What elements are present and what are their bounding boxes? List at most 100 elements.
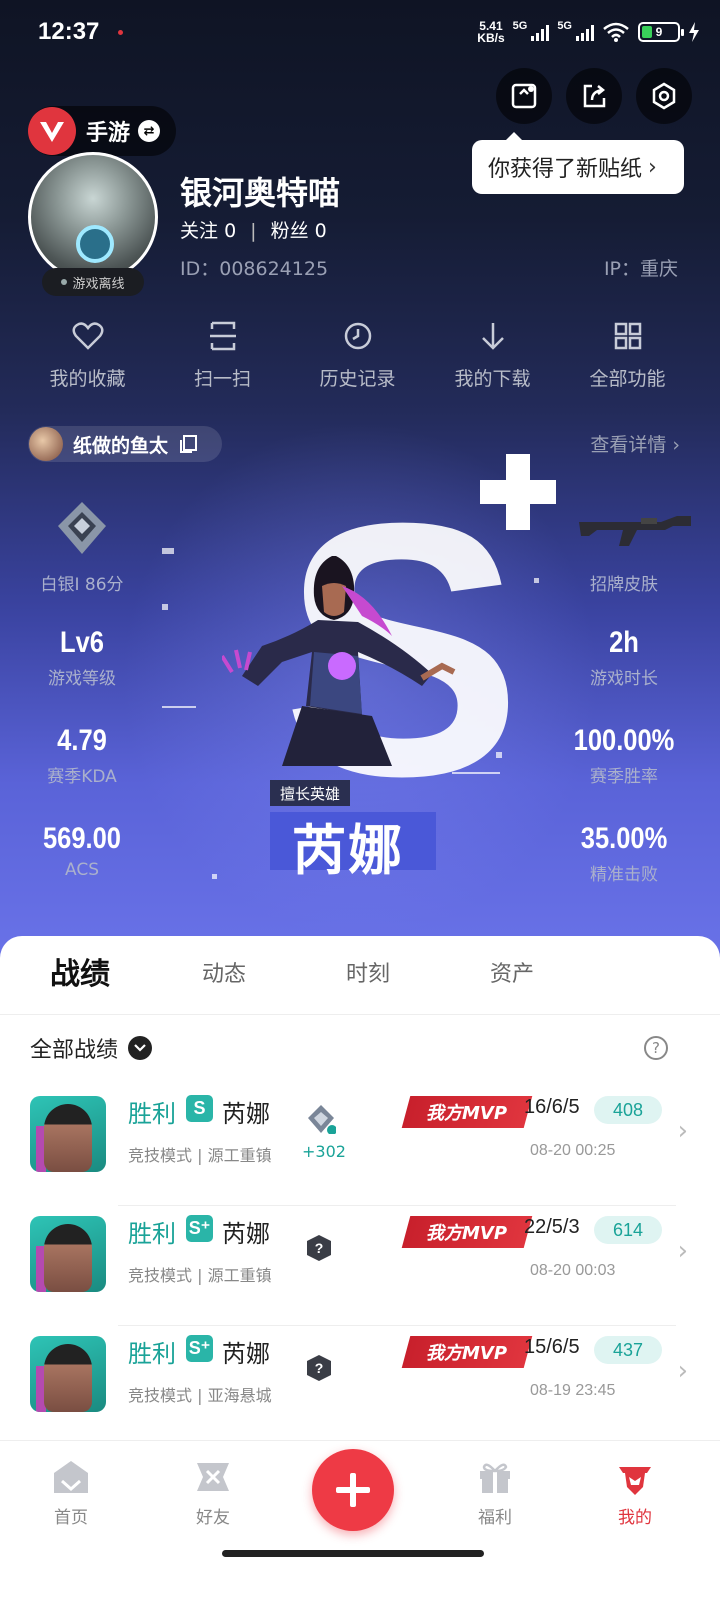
profile-hero: 12:37 5.41 KB/s 5G 5G 9 你获得了新贴纸 › 手游 ⇄ 游… <box>0 0 720 980</box>
charging-icon <box>689 22 699 42</box>
share-button[interactable] <box>566 68 622 124</box>
help-icon[interactable]: ? <box>644 1036 668 1060</box>
battery-icon: 9 <box>638 22 684 42</box>
grade-badge: S⁺ <box>186 1215 213 1242</box>
grade-badge: S⁺ <box>186 1335 213 1362</box>
hero-thumbnail <box>30 1336 106 1412</box>
rank-badge-icon <box>308 1105 336 1134</box>
tab-assets[interactable]: 资产 <box>440 936 584 1014</box>
profile-icon <box>619 1467 651 1495</box>
tab-divider <box>0 1014 720 1015</box>
status-bar: 12:37 5.41 KB/s 5G 5G 9 <box>0 0 720 64</box>
stat-winrate: 100.00% 赛季胜率 <box>573 724 675 787</box>
hero-thumbnail <box>30 1216 106 1292</box>
chevron-right-icon: › <box>677 1116 688 1146</box>
notification-dot <box>118 30 123 35</box>
match-result: 胜利 <box>128 1340 176 1368</box>
hero-character-image <box>222 556 456 766</box>
follow-stats[interactable]: 关注 0 | 粉丝 0 <box>180 216 327 243</box>
stat-acs: 569.00 ACS <box>42 822 121 880</box>
nav-home[interactable]: 首页 <box>26 1459 116 1528</box>
stat-kda: 4.79 赛季KDA <box>47 724 117 787</box>
match-result: 胜利 <box>128 1100 176 1128</box>
settings-button[interactable] <box>636 68 692 124</box>
wifi-icon <box>603 22 629 42</box>
deco-dash <box>162 548 174 554</box>
hero-thumbnail <box>30 1096 106 1172</box>
copy-icon[interactable] <box>178 434 198 454</box>
avatar-image <box>76 225 114 263</box>
mvp-badge: 我方MVP <box>401 1216 533 1248</box>
game-switcher[interactable]: 手游 ⇄ <box>28 106 176 156</box>
settings-icon <box>652 82 676 110</box>
network-type-2: 5G <box>557 20 572 32</box>
chevron-right-icon: › <box>677 1236 688 1266</box>
hero-name: 芮娜 <box>222 1100 270 1128</box>
mvp-badge: 我方MVP <box>401 1096 533 1128</box>
heart-icon <box>72 322 103 350</box>
share-icon <box>583 84 606 108</box>
grid-icon <box>614 322 641 350</box>
stat-level: Lv6 游戏等级 <box>48 626 116 689</box>
records-filter[interactable]: 全部战绩 <box>30 1032 153 1064</box>
action-all-features[interactable]: 全部功能 <box>560 316 695 391</box>
match-row[interactable]: 胜利 S 芮娜 竞技模式 | 源工重镇 +302 我方MVP 16/6/5 40… <box>0 1086 720 1206</box>
swap-icon: ⇄ <box>138 120 161 142</box>
match-mode-map: 竞技模式 | 亚海悬城 <box>128 1386 272 1405</box>
svg-text:?: ? <box>315 1240 324 1256</box>
new-sticker-tooltip[interactable]: 你获得了新贴纸 › <box>472 132 684 194</box>
username: 银河奥特喵 <box>180 174 341 212</box>
online-status-badge: 游戏离线 <box>42 268 144 296</box>
deco-dot <box>212 874 217 879</box>
deco-dot <box>534 578 539 583</box>
gift-icon <box>480 1463 510 1493</box>
chevron-down-icon <box>128 1036 153 1060</box>
grade-badge: S <box>186 1095 213 1122</box>
view-details-link[interactable]: 查看详情 › <box>590 430 680 457</box>
account-avatar <box>29 427 63 461</box>
sticker-icon <box>511 83 537 109</box>
tab-activity[interactable]: 动态 <box>152 936 296 1014</box>
scan-icon <box>209 321 236 351</box>
sticker-button[interactable] <box>496 68 552 124</box>
match-row[interactable]: 胜利 S⁺ 芮娜 竞技模式 | 源工重镇 ? 我方MVP 22/5/3 614 … <box>0 1206 720 1326</box>
avatar[interactable] <box>28 152 158 282</box>
match-kda: 15/6/5 <box>524 1336 580 1358</box>
deco-dot <box>162 604 168 610</box>
tab-moments[interactable]: 时刻 <box>296 936 440 1014</box>
nav-friends[interactable]: 好友 <box>168 1459 258 1528</box>
unknown-rank-icon: ? <box>307 1355 331 1381</box>
hero-name: 芮娜 <box>222 1340 270 1368</box>
account-name: 纸做的鱼太 <box>73 434 169 457</box>
match-result: 胜利 <box>128 1220 176 1248</box>
nav-me[interactable]: 我的 <box>590 1459 680 1528</box>
game-account-pill[interactable]: 纸做的鱼太 <box>28 426 222 462</box>
match-score: 408 <box>594 1096 662 1124</box>
action-favorites[interactable]: 我的收藏 <box>20 316 155 391</box>
network-type-1: 5G <box>512 20 528 32</box>
records-card: 战绩 动态 时刻 资产 全部战绩 ? 胜利 S 芮娜 竞技模式 | 源工重镇 +… <box>0 936 720 1456</box>
create-post-button[interactable] <box>312 1449 394 1531</box>
action-scan[interactable]: 扫一扫 <box>155 316 290 391</box>
match-mode-map: 竞技模式 | 源工重镇 <box>128 1266 272 1285</box>
bottom-nav: 首页 好友 福利 我的 <box>0 1440 720 1600</box>
status-time: 12:37 <box>38 18 100 45</box>
rifle-icon <box>579 516 691 546</box>
match-row[interactable]: 胜利 S⁺ 芮娜 竞技模式 | 亚海悬城 ? 我方MVP 15/6/5 437 … <box>0 1326 720 1446</box>
stat-skin[interactable]: 招牌皮肤 <box>544 500 704 595</box>
plus-icon <box>350 1473 356 1507</box>
home-icon <box>54 1461 88 1493</box>
nav-benefits[interactable]: 福利 <box>450 1459 540 1528</box>
action-history[interactable]: 历史记录 <box>290 316 425 391</box>
unknown-rank-icon: ? <box>307 1235 331 1261</box>
best-hero-name[interactable]: 芮娜 <box>270 812 436 882</box>
deco-line <box>162 706 196 708</box>
action-downloads[interactable]: 我的下载 <box>425 316 560 391</box>
friends-icon <box>197 1463 229 1491</box>
match-score: 437 <box>594 1336 662 1364</box>
signal-icon <box>576 23 594 41</box>
stat-rank[interactable]: 白银I 86分 <box>2 500 162 595</box>
tab-records[interactable]: 战绩 <box>8 936 152 1014</box>
match-kda: 22/5/3 <box>524 1216 580 1238</box>
tab-bar: 战绩 动态 时刻 资产 <box>0 936 720 1014</box>
